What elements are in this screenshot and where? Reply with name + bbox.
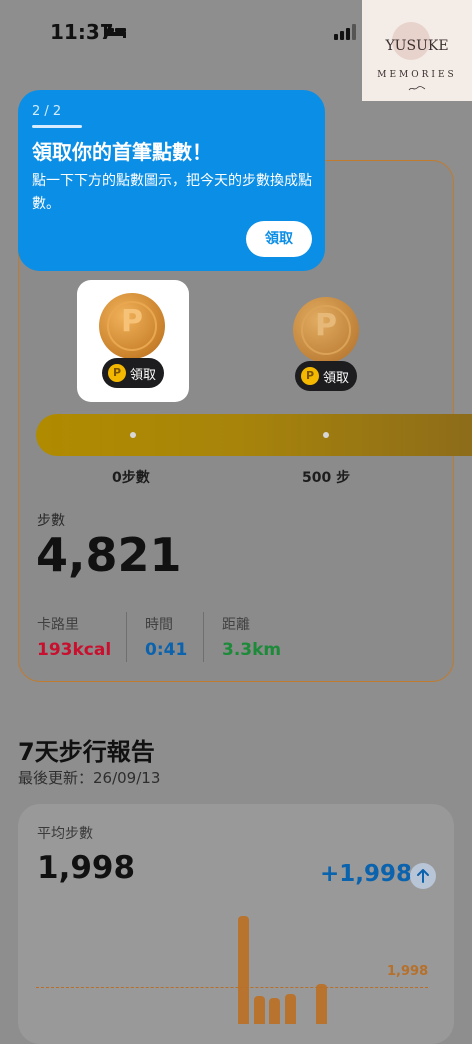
onboarding-tooltip: 2 / 2 領取你的首筆點數！ 點一下下方的點數圖示，把今天的步數換成點數。 領… <box>18 90 325 271</box>
points-dot-icon: P <box>301 367 319 385</box>
arrow-up-icon <box>410 863 436 889</box>
average-line <box>36 987 428 988</box>
tooltip-body: 點一下下方的點數圖示，把今天的步數換成點數。 <box>32 173 312 212</box>
average-line-label: 1,998 <box>387 964 429 979</box>
watermark-title: YUSUKE <box>385 38 449 54</box>
points-dot-icon: P <box>108 364 126 382</box>
steps-progress-bar <box>36 414 472 456</box>
delta-value: +1,998 <box>320 861 413 887</box>
chart-bar <box>269 998 280 1024</box>
claim-label: 領取 <box>323 370 350 386</box>
tooltip-step: 2 / 2 <box>32 104 62 119</box>
points-coin-icon[interactable]: P <box>99 293 165 359</box>
milestone-dot <box>323 432 329 438</box>
stat-divider <box>126 612 127 662</box>
coin-letter: P <box>315 308 337 343</box>
stat-label-distance: 距離 <box>222 617 250 633</box>
claim-label: 領取 <box>130 367 157 383</box>
avg-steps-value: 1,998 <box>37 850 136 886</box>
steps-value: 4,821 <box>36 528 182 582</box>
milestone-dot <box>130 432 136 438</box>
chart-bar <box>316 984 327 1024</box>
report-title: 7天步行報告 <box>18 738 155 766</box>
coin-letter: P <box>121 304 143 339</box>
milestone-label: 0步數 <box>112 470 150 486</box>
steps-label: 步數 <box>37 513 65 529</box>
chart-bar <box>254 996 265 1024</box>
report-updated: 最後更新：26/09/13 <box>18 769 161 787</box>
chart-bar <box>238 916 249 1024</box>
tooltip-title: 領取你的首筆點數！ <box>32 140 212 164</box>
claim-button[interactable]: P 領取 <box>295 361 358 391</box>
stat-label-calories: 卡路里 <box>37 617 79 633</box>
stat-value-time: 0:41 <box>145 640 188 660</box>
watermark-subtitle: MEMORIES <box>377 70 457 80</box>
points-coin-icon[interactable]: P <box>293 297 359 363</box>
avg-steps-label: 平均步數 <box>37 826 93 842</box>
signal-icon <box>334 24 356 40</box>
watermark: YUSUKE MEMORIES <box>362 0 472 101</box>
bed-icon <box>104 26 126 38</box>
chart-bar <box>285 994 296 1024</box>
stat-value-distance: 3.3km <box>222 640 282 660</box>
stat-label-time: 時間 <box>145 617 173 633</box>
tooltip-progress <box>32 125 82 128</box>
stat-value-calories: 193kcal <box>37 640 112 660</box>
milestone-label: 500 步 <box>302 470 351 486</box>
tooltip-claim-button[interactable]: 領取 <box>246 221 312 257</box>
stat-divider <box>203 612 204 662</box>
claim-button[interactable]: P 領取 <box>102 358 165 388</box>
watermark-signature <box>408 86 426 91</box>
